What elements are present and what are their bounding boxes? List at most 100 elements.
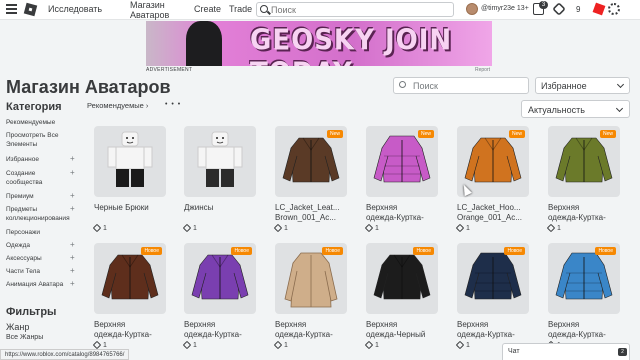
- category-title: Категория: [6, 101, 62, 113]
- item-thumbnail[interactable]: [184, 126, 256, 197]
- item-thumbnail[interactable]: Новое: [366, 243, 438, 314]
- robux-count: 9: [576, 5, 581, 14]
- item-price-value: 1: [284, 342, 288, 349]
- sidebar-item-favorites[interactable]: Избранное: [6, 155, 72, 164]
- robux-icon: [364, 223, 374, 233]
- robux-icon: [546, 223, 556, 233]
- nav-link-create[interactable]: Create: [194, 4, 221, 14]
- item-card[interactable]: НовоеВерхняяодежда-Куртка-1: [546, 243, 620, 351]
- nav-link-avatar-shop-line2[interactable]: Аватаров: [130, 10, 169, 20]
- item-card[interactable]: New Верхняя одежда-Куртка- 1: [364, 126, 438, 234]
- item-thumbnail[interactable]: Новое: [548, 243, 620, 314]
- item-name[interactable]: Верхняя одежда-Куртка-: [548, 320, 620, 340]
- global-search-input[interactable]: [271, 4, 451, 15]
- sidebar-item-clothing[interactable]: Одежда: [6, 241, 72, 250]
- robux-icon[interactable]: [552, 2, 566, 16]
- expand-plus-icon[interactable]: +: [70, 240, 75, 249]
- banner-text: GEOSKY JOIN TODAY: [250, 24, 453, 66]
- genre-all-option[interactable]: Все Жанры: [6, 334, 43, 341]
- item-card[interactable]: New Верхняя одежда-Куртка- 1: [546, 126, 620, 234]
- more-options-icon[interactable]: • • •: [165, 101, 181, 108]
- sidebar-item-premium[interactable]: Премиум: [6, 192, 72, 201]
- item-name[interactable]: Верхняя одежда-Черный: [366, 320, 438, 340]
- global-search[interactable]: [256, 2, 454, 17]
- item-name[interactable]: Верхняя одежда-Куртка-: [548, 203, 620, 223]
- chat-panel[interactable]: Чат 2: [502, 343, 630, 360]
- expand-plus-icon[interactable]: +: [70, 279, 75, 288]
- item-thumbnail[interactable]: New: [548, 126, 620, 197]
- premium-icon[interactable]: [592, 2, 606, 16]
- item-name[interactable]: Верхняя одежда-Куртка-: [94, 320, 166, 340]
- item-card[interactable]: Новое Верхняяодежда-Куртка- 1: [182, 243, 256, 351]
- item-card[interactable]: Джинсы 1: [182, 126, 256, 234]
- sidebar-item-characters[interactable]: Персонажи: [6, 228, 72, 237]
- sidebar-item-all-items[interactable]: Просмотреть Все Элементы: [6, 131, 72, 149]
- item-card[interactable]: НовоеВерхняяодежда-Куртка-1: [455, 243, 529, 351]
- item-price: 1: [364, 223, 438, 234]
- item-thumbnail[interactable]: Новое: [184, 243, 256, 314]
- nav-link-trade[interactable]: Trade: [229, 4, 252, 14]
- robux-icon: [455, 340, 465, 350]
- item-name-line1: LC_Jacket_Leat...: [275, 203, 340, 212]
- item-thumbnail[interactable]: Новое: [94, 243, 166, 314]
- item-thumbnail[interactable]: [94, 126, 166, 197]
- item-card[interactable]: New LC_Jacket_Hoo... Orange_001_Ac... 1: [455, 126, 529, 234]
- nav-link-discover[interactable]: Исследовать: [48, 4, 102, 14]
- robux-icon: [273, 223, 283, 233]
- sidebar-item-collectibles[interactable]: Предметы коллекционирования: [6, 205, 72, 223]
- expand-plus-icon[interactable]: +: [70, 253, 75, 262]
- new-badge: Новое: [231, 247, 252, 255]
- item-name[interactable]: Верхняя одежда-Куртка-: [275, 320, 347, 340]
- item-name[interactable]: Верхняя одежда-Куртка-: [184, 320, 256, 340]
- item-thumbnail[interactable]: New: [275, 126, 347, 197]
- item-name[interactable]: LC_Jacket_Hoo... Orange_001_Ac...: [457, 203, 529, 223]
- item-name[interactable]: Черные Брюки: [94, 203, 166, 223]
- expand-plus-icon[interactable]: +: [70, 266, 75, 275]
- robux-icon: [455, 223, 465, 233]
- username[interactable]: @timyr23e 13+: [481, 5, 529, 12]
- menu-icon[interactable]: [6, 4, 17, 14]
- favorites-select[interactable]: Избранное: [535, 77, 630, 94]
- item-card[interactable]: НовоеВерхняяодежда-Куртка-1: [92, 243, 166, 351]
- expand-plus-icon[interactable]: +: [70, 154, 75, 163]
- item-name[interactable]: Джинсы: [184, 203, 256, 223]
- item-card[interactable]: Новое Верхняя одежда-Черный 1: [364, 243, 438, 351]
- notifications-badge: 3: [539, 1, 548, 9]
- user-avatar[interactable]: [466, 3, 478, 15]
- item-card[interactable]: Черные Брюки 1: [92, 126, 166, 234]
- sort-select[interactable]: Актуальность: [521, 100, 630, 118]
- sidebar-item-accessories[interactable]: Аксессуары: [6, 254, 72, 263]
- item-name-line1: Джинсы: [184, 203, 214, 212]
- advertisement-banner[interactable]: GEOSKY JOIN TODAY: [146, 21, 492, 66]
- banner-character: [186, 21, 222, 66]
- item-card[interactable]: New LC_Jacket_Leat... Brown_001_Ac... 1: [273, 126, 347, 234]
- new-badge: Новое: [504, 247, 525, 255]
- item-thumbnail[interactable]: New: [366, 126, 438, 197]
- sidebar-item-avatar-animations[interactable]: Анимация Аватара: [6, 280, 72, 289]
- item-thumbnail[interactable]: Новое: [457, 243, 529, 314]
- item-name-line2: одежда-Куртка-: [275, 330, 333, 339]
- item-card[interactable]: Новое Верхняяодежда-Куртка- 1: [273, 243, 347, 351]
- shop-search[interactable]: Поиск: [393, 77, 529, 94]
- sidebar-item-recommended[interactable]: Рекомендуемые: [6, 118, 72, 127]
- item-name[interactable]: Верхняя одежда-Куртка-: [457, 320, 529, 340]
- item-name-line2: одежда-Куртка-: [94, 330, 152, 339]
- item-price: 1: [273, 340, 347, 351]
- item-price-value: 1: [375, 342, 379, 349]
- item-name[interactable]: Верхняя одежда-Куртка-: [366, 203, 438, 223]
- item-name[interactable]: LC_Jacket_Leat... Brown_001_Ac...: [275, 203, 347, 223]
- item-price-value: 1: [193, 342, 197, 349]
- item-price: 1: [92, 223, 166, 234]
- sidebar-item-body-parts[interactable]: Части Тела: [6, 267, 72, 276]
- expand-plus-icon[interactable]: +: [70, 191, 75, 200]
- roblox-logo-icon[interactable]: [23, 2, 38, 17]
- nav-link-avatar-shop[interactable]: Магазин: [130, 0, 165, 10]
- item-name-line2: одежда-Куртка-: [184, 330, 242, 339]
- expand-plus-icon[interactable]: +: [70, 204, 75, 213]
- breadcrumb-recommended[interactable]: Рекомендуемые ›: [87, 101, 148, 110]
- sidebar-item-community-creations[interactable]: Создание сообщества: [6, 169, 72, 187]
- report-link[interactable]: Report: [475, 67, 490, 73]
- expand-plus-icon[interactable]: +: [70, 168, 75, 177]
- gear-icon[interactable]: [608, 3, 620, 15]
- item-thumbnail[interactable]: Новое: [275, 243, 347, 314]
